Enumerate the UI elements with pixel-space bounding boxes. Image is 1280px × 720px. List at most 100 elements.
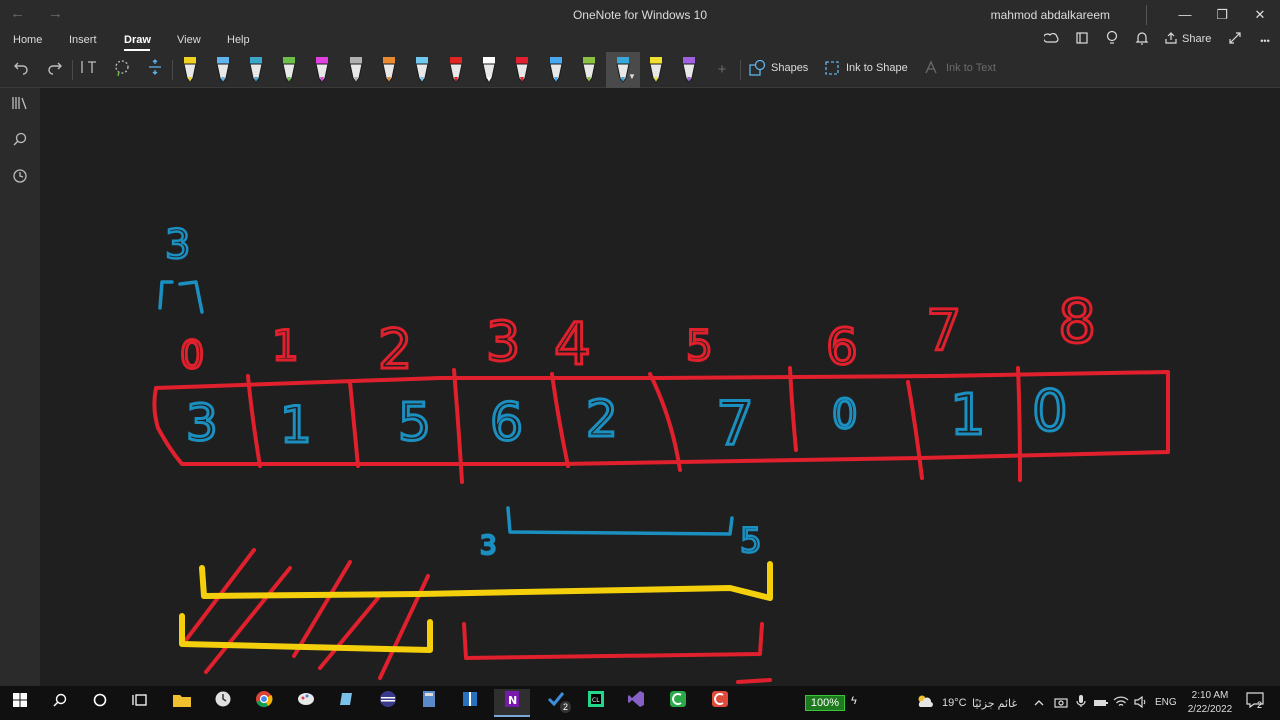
toolbar-separator [740,60,741,80]
battery-icon[interactable] [1090,689,1112,717]
index-label-6: 6 [826,318,858,376]
language-indicator[interactable]: ENG [1155,697,1177,708]
wifi-icon[interactable] [1110,689,1132,717]
blue-pointer [158,280,204,314]
task-view-icon[interactable] [122,689,158,717]
draw-toolbar: ▼ + Shapes Ink to Shape Ink to Text [0,52,1280,88]
index-label-1: 1 [272,321,299,370]
cell-value-4: 2 [586,390,618,448]
volume-icon[interactable] [1130,689,1152,717]
chevron-down-icon[interactable]: ▼ [628,72,636,81]
ink-to-shape-button[interactable]: Ink to Shape [846,62,908,74]
cell-value-5: 7 [716,389,754,459]
cell-divider [788,366,798,452]
app-icon-notes[interactable] [329,689,365,717]
app-icon-red[interactable] [702,689,738,717]
expand-icon[interactable] [1224,30,1246,52]
title-bar: ← → OneNote for Windows 10 mahmod abdalk… [0,0,1280,30]
more-options-button[interactable]: ••• [1254,30,1276,52]
chevron-up-icon[interactable] [1028,689,1050,717]
pen-7[interactable] [378,56,400,84]
minimize-button[interactable]: — [1173,4,1197,26]
weather-cloud-icon[interactable] [912,689,938,717]
app-icon-green[interactable] [660,689,696,717]
taskbar-search-icon[interactable] [42,689,78,717]
tab-view[interactable]: View [177,34,201,46]
add-space-icon[interactable] [144,59,166,81]
recent-clock-icon[interactable] [9,168,31,190]
pen-1[interactable] [179,56,201,84]
close-button[interactable]: ✕ [1248,4,1272,26]
ink-to-text-button: Ink to Text [946,62,996,74]
restore-button[interactable]: ❐ [1210,4,1234,26]
add-pen-button[interactable]: + [711,59,733,81]
svg-text:N: N [508,694,517,707]
search-icon[interactable] [9,131,31,153]
onenote-taskbar-icon[interactable]: N [494,689,530,717]
app-icon-eclipse[interactable] [370,689,406,717]
ink-to-shape-icon[interactable] [821,59,843,81]
app-icon-paint[interactable] [288,689,324,717]
notebook-icon[interactable] [1071,30,1093,52]
pen-16[interactable] [678,56,700,84]
weather-condition[interactable]: غائم جزئيًا [972,697,1017,710]
pen-8[interactable] [411,56,433,84]
cortana-icon[interactable] [82,689,118,717]
cell-value-0: 3 [186,394,218,452]
share-button[interactable]: Share [1182,33,1211,45]
charging-icon: ϟ [851,695,857,707]
pen-5[interactable] [311,56,333,84]
clion-icon[interactable]: CL [578,689,614,717]
pen-4[interactable] [278,56,300,84]
pen-13[interactable] [578,56,600,84]
type-select-icon[interactable] [78,59,100,81]
app-icon-todo[interactable]: 2 [538,689,574,717]
shapes-button[interactable]: Shapes [771,62,808,74]
pen-2[interactable] [212,56,234,84]
tab-home[interactable]: Home [13,34,42,46]
app-icon-book[interactable] [452,689,488,717]
windows-start-icon[interactable] [2,689,38,717]
lasso-select-icon[interactable] [111,59,133,81]
battery-indicator[interactable]: 100% [805,695,845,711]
top-value: 3 [165,222,190,268]
pen-3[interactable] [245,56,267,84]
shapes-icon[interactable] [746,59,768,81]
cell-value-6: 0 [832,392,857,438]
chrome-icon[interactable] [246,689,282,717]
bell-icon[interactable] [1131,30,1153,52]
ink-drawing: 012345678 315627010 3 3 5 [152,221,1170,684]
pen-14[interactable]: ▼ [606,52,640,88]
tab-insert[interactable]: Insert [69,34,97,46]
pen-15[interactable] [645,56,667,84]
microphone-icon[interactable] [1070,689,1092,717]
visual-studio-icon[interactable] [618,689,654,717]
redo-icon[interactable] [44,59,66,81]
user-name[interactable]: mahmod abdalkareem [991,8,1110,22]
pen-6[interactable] [345,56,367,84]
pen-9[interactable] [445,56,467,84]
pen-10[interactable] [478,56,500,84]
strike-line [204,566,292,674]
tab-help[interactable]: Help [227,34,250,46]
index-label-2: 2 [378,318,412,381]
notifications-icon[interactable]: 2 [1240,689,1270,717]
calculator-icon[interactable] [411,689,447,717]
page-canvas[interactable]: 012345678 315627010 3 3 5 [40,88,1280,686]
sync-icon[interactable] [1041,30,1063,52]
pen-11[interactable] [511,56,533,84]
camera-icon[interactable] [1050,689,1072,717]
clock[interactable]: 2:10 AM 2/22/2022 [1184,689,1236,717]
lightbulb-icon[interactable] [1101,30,1123,52]
temperature[interactable]: 19°C [942,697,967,709]
tab-draw[interactable]: Draw [124,34,151,46]
undo-icon[interactable] [10,59,32,81]
index-label-8: 8 [1058,287,1096,357]
share-icon[interactable] [1161,30,1181,52]
app-icon-clock[interactable] [205,689,241,717]
notebooks-icon[interactable] [9,95,31,117]
pen-12[interactable] [545,56,567,84]
file-explorer-icon[interactable] [164,689,200,717]
index-label-4: 4 [554,310,591,378]
index-label-5: 5 [686,321,713,370]
